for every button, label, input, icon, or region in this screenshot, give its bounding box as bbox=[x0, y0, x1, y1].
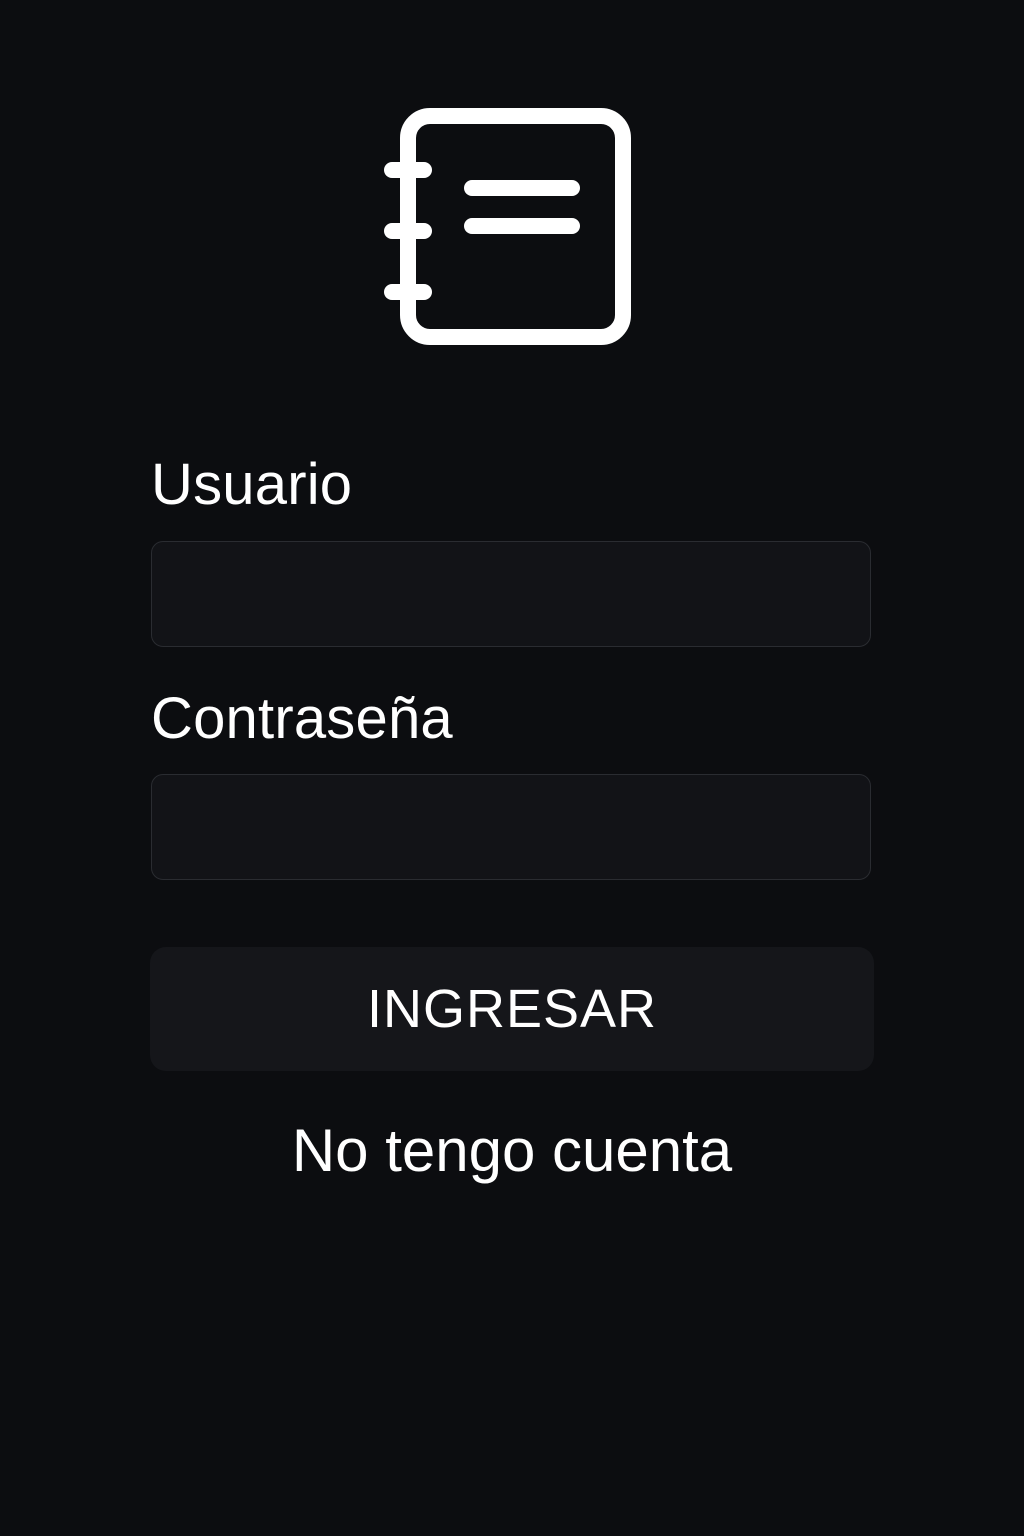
notebook-icon bbox=[380, 102, 640, 352]
register-link[interactable]: No tengo cuenta bbox=[0, 1118, 1024, 1184]
login-screen: Usuario Contraseña INGRESAR No tengo cue… bbox=[0, 0, 1024, 1536]
login-button[interactable]: INGRESAR bbox=[150, 947, 874, 1071]
password-input[interactable] bbox=[151, 774, 871, 880]
username-label: Usuario bbox=[151, 452, 353, 517]
username-input[interactable] bbox=[151, 541, 871, 647]
password-label: Contraseña bbox=[151, 686, 453, 751]
